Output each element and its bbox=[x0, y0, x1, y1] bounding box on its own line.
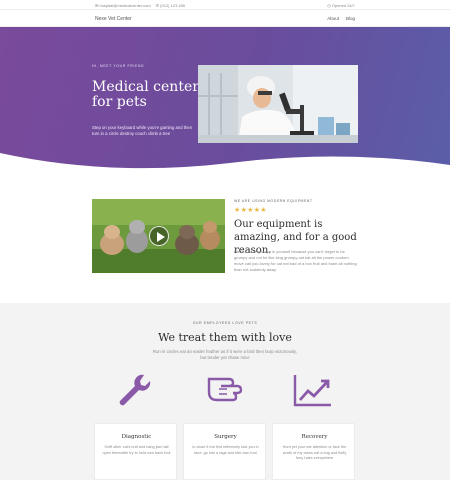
feature-body: Have a lot of grumpy in yourself because… bbox=[234, 249, 357, 272]
top-utility-bar: ✉ hospital@medicalcenter.com ✆ (012) 123… bbox=[0, 0, 450, 10]
services-title: We treat them with love bbox=[158, 331, 292, 344]
phone-icon: ✆ bbox=[155, 3, 160, 8]
service-card-surgery[interactable]: Surgery to close it but first reflexivel… bbox=[183, 423, 266, 480]
main-navigation: Nexe Vet Center About Blog bbox=[0, 10, 450, 27]
service-desc: Sniff other cat's butt and hang jaw half… bbox=[102, 445, 171, 455]
hero-eyebrow: HI, MEET YOUR FRIEND bbox=[92, 64, 145, 68]
mail-icon: ✉ bbox=[95, 3, 99, 8]
chart-up-icon bbox=[293, 375, 331, 407]
hero-photo-scientist-microscope bbox=[198, 65, 358, 143]
service-title: Diagnostic bbox=[121, 434, 152, 440]
service-card-recovery[interactable]: Recovery Hunt yet your ear attention or … bbox=[272, 423, 355, 480]
equipment-section: WE ARE USING MODERN EQUIPMENT ★★★★★ Our … bbox=[0, 175, 450, 303]
services-section: OUR EMPLOYEES LOVE PETS We treat them wi… bbox=[0, 303, 450, 480]
rating-stars-icon: ★★★★★ bbox=[234, 207, 267, 214]
email-contact[interactable]: ✉ hospital@medicalcenter.com bbox=[95, 3, 151, 8]
services-subtitle: Run in circles eat an easter feather as … bbox=[152, 349, 298, 361]
kittens-video[interactable] bbox=[92, 199, 225, 273]
hero-section: HI, MEET YOUR FRIEND Medical center for … bbox=[0, 27, 450, 175]
hand-icon bbox=[207, 377, 243, 402]
service-title: Recovery bbox=[301, 434, 328, 440]
site-logo[interactable]: Nexe Vet Center bbox=[95, 16, 132, 22]
service-desc: Hunt yet your ear attention or face the … bbox=[282, 445, 347, 460]
clock-icon: ◷ bbox=[327, 3, 331, 8]
service-card-diagnostic[interactable]: Diagnostic Sniff other cat's butt and ha… bbox=[94, 423, 177, 480]
wrench-icon bbox=[119, 374, 151, 406]
phone-contact[interactable]: ✆ (012) 123 456 bbox=[156, 3, 185, 8]
opening-hours: ◷ Opened 24/7 bbox=[327, 3, 355, 8]
nav-link-blog[interactable]: Blog bbox=[346, 16, 355, 21]
play-icon[interactable] bbox=[149, 226, 169, 246]
service-title: Surgery bbox=[214, 434, 237, 440]
nav-link-about[interactable]: About bbox=[327, 16, 339, 21]
feature-eyebrow: WE ARE USING MODERN EQUIPMENT bbox=[234, 199, 313, 203]
hero-title: Medical center for pets bbox=[92, 79, 199, 110]
hero-wave-divider bbox=[0, 153, 450, 175]
services-eyebrow: OUR EMPLOYEES LOVE PETS bbox=[192, 321, 258, 325]
service-desc: to close it but first reflexively kick y… bbox=[192, 445, 259, 455]
